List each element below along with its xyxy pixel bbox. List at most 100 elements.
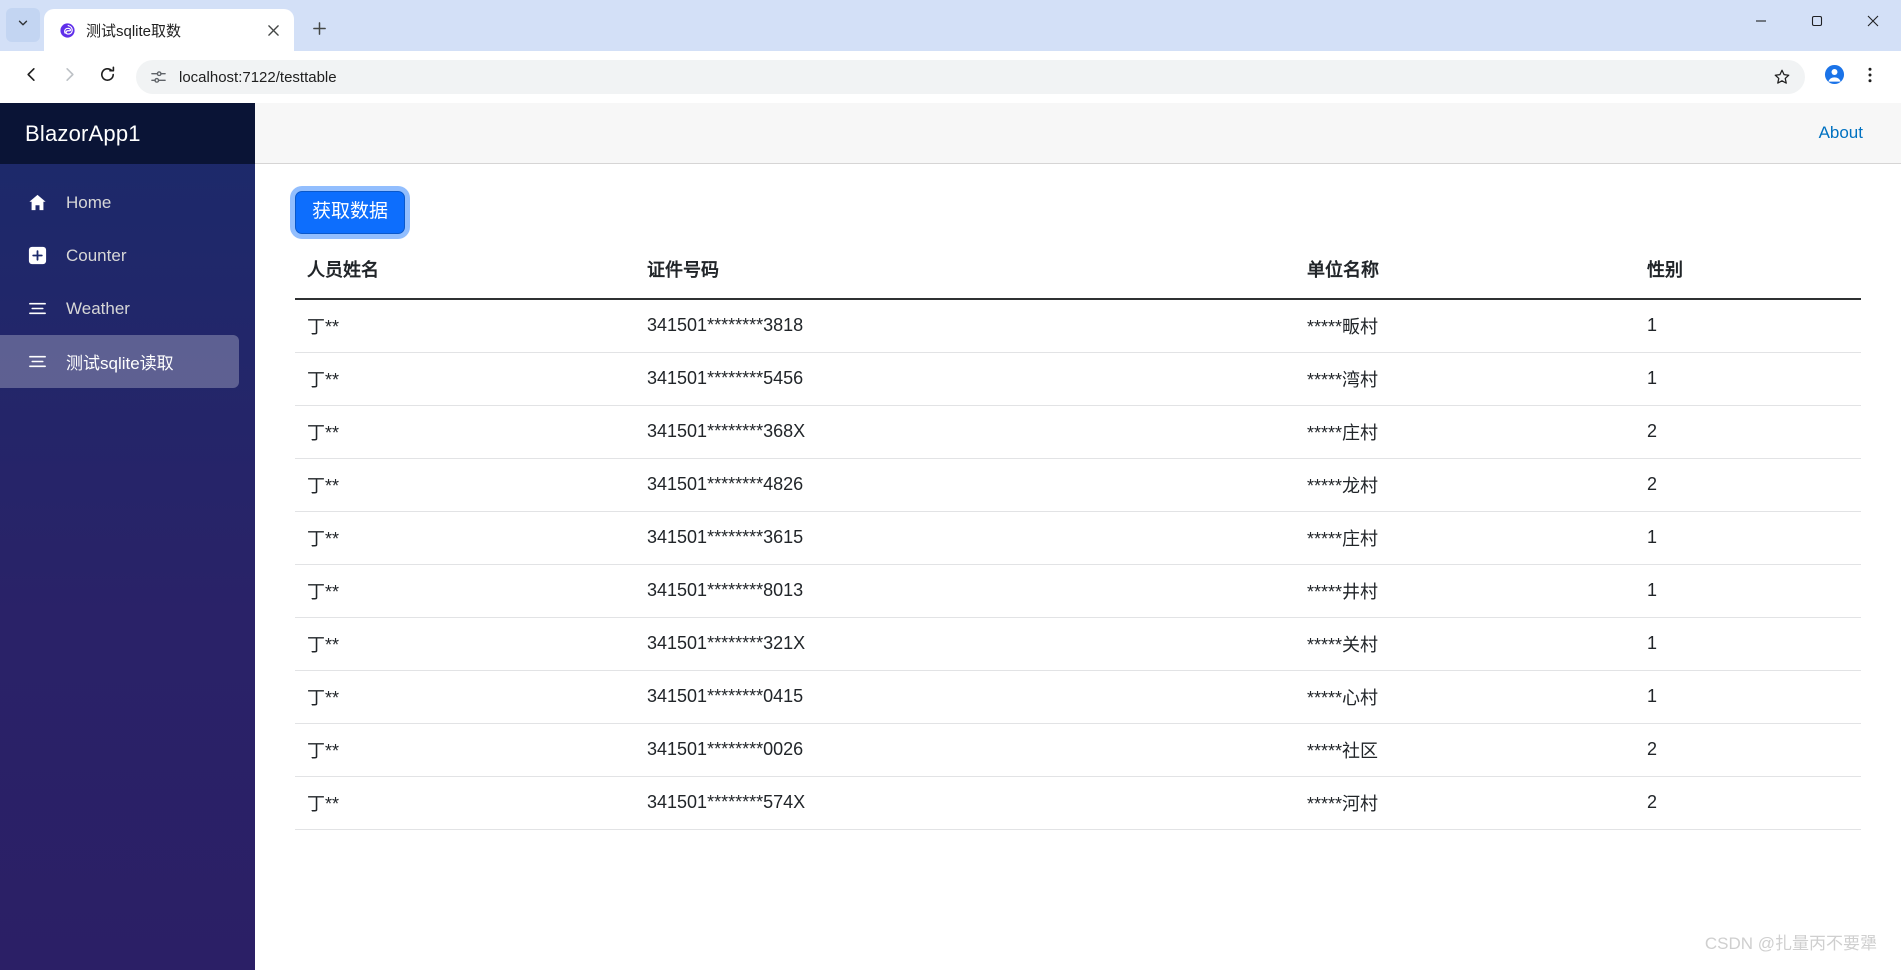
sidebar-item-label: Counter — [66, 245, 127, 265]
blazor-logo-icon — [58, 21, 76, 39]
arrow-right-icon — [60, 65, 79, 89]
profile-avatar-icon — [1824, 64, 1845, 90]
minimize-icon — [1755, 14, 1767, 32]
table-row: 丁** 341501********0415 *****心村 1 — [295, 670, 1861, 724]
window-controls — [1733, 0, 1901, 45]
reload-button[interactable] — [90, 60, 124, 94]
cell-unit: *****庄村 — [1295, 405, 1635, 459]
cell-unit: *****社区 — [1295, 723, 1635, 777]
table-row: 丁** 341501********368X *****庄村 2 — [295, 405, 1861, 459]
cell-id: 341501********321X — [635, 617, 1295, 671]
cell-id: 341501********3818 — [635, 298, 1295, 353]
kebab-menu-icon — [1861, 66, 1879, 89]
back-button[interactable] — [14, 60, 48, 94]
home-icon — [26, 192, 48, 214]
cell-id: 341501********0415 — [635, 670, 1295, 724]
csdn-watermark: CSDN @扎量丙不要犟 — [1704, 934, 1877, 953]
plus-box-icon — [26, 245, 48, 267]
column-header-name: 人员姓名 — [295, 255, 635, 300]
tab-search-button[interactable] — [6, 8, 40, 42]
cell-id: 341501********368X — [635, 405, 1295, 459]
url-text: localhost:7122/testtable — [179, 68, 337, 86]
about-link[interactable]: About — [1819, 123, 1863, 143]
sidebar-item-label: Weather — [66, 298, 130, 318]
cell-name: 丁** — [295, 458, 635, 512]
forward-button[interactable] — [52, 60, 86, 94]
cell-name: 丁** — [295, 352, 635, 406]
cell-unit: *****关村 — [1295, 617, 1635, 671]
cell-sex: 2 — [1635, 405, 1861, 459]
app-sidebar: BlazorApp1 Home Counter Weather 测试sqlite… — [0, 103, 255, 970]
sidebar-item-label: 测试sqlite读取 — [66, 354, 174, 373]
cell-unit: *****龙村 — [1295, 458, 1635, 512]
cell-name: 丁** — [295, 723, 635, 777]
plus-icon — [312, 18, 327, 40]
sidebar-item-home[interactable]: Home — [0, 176, 239, 229]
table-row: 丁** 341501********3818 *****畈村 1 — [295, 298, 1861, 353]
table-row: 丁** 341501********4826 *****龙村 2 — [295, 458, 1861, 512]
arrow-left-icon — [22, 65, 41, 89]
cell-unit: *****河村 — [1295, 776, 1635, 830]
new-tab-button[interactable] — [302, 12, 336, 46]
column-header-sex: 性别 — [1635, 255, 1861, 300]
cell-name: 丁** — [295, 617, 635, 671]
data-table: 人员姓名 证件号码 单位名称 性别 丁** 341501********3818 *… — [295, 255, 1861, 830]
cell-sex: 1 — [1635, 352, 1861, 406]
table-row: 丁** 341501********0026 *****社区 2 — [295, 723, 1861, 777]
cell-unit: *****庄村 — [1295, 511, 1635, 565]
close-icon[interactable] — [262, 19, 284, 41]
page-viewport: BlazorApp1 Home Counter Weather 测试sqlite… — [0, 103, 1901, 970]
cell-id: 341501********3615 — [635, 511, 1295, 565]
sidebar-item-weather[interactable]: Weather — [0, 282, 239, 335]
page-content: 获取数据 人员姓名 证件号码 单位名称 性别 丁** 341501********… — [255, 164, 1901, 970]
sidebar-item-counter[interactable]: Counter — [0, 229, 239, 282]
page-topbar: About — [255, 103, 1901, 164]
address-bar[interactable]: localhost:7122/testtable — [136, 60, 1805, 94]
list-icon — [26, 298, 48, 320]
tab-strip: 测试sqlite取数 — [0, 0, 1901, 51]
table-head: 人员姓名 证件号码 单位名称 性别 — [295, 255, 1861, 300]
chrome-menu-button[interactable] — [1853, 60, 1887, 94]
cell-name: 丁** — [295, 564, 635, 618]
minimize-button[interactable] — [1733, 0, 1789, 45]
browser-window: 测试sqlite取数 localhost:7122/testtable Blaz… — [0, 0, 1901, 970]
table-row: 丁** 341501********574X *****河村 2 — [295, 776, 1861, 830]
cell-name: 丁** — [295, 298, 635, 353]
cell-sex: 1 — [1635, 670, 1861, 724]
cell-id: 341501********4826 — [635, 458, 1295, 512]
browser-toolbar: localhost:7122/testtable — [0, 51, 1901, 103]
profile-button[interactable] — [1817, 60, 1851, 94]
table-row: 丁** 341501********8013 *****井村 1 — [295, 564, 1861, 618]
cell-sex: 1 — [1635, 617, 1861, 671]
column-header-id: 证件号码 — [635, 255, 1295, 300]
window-close-button[interactable] — [1845, 0, 1901, 45]
table-header-row: 人员姓名 证件号码 单位名称 性别 — [295, 255, 1861, 300]
cell-sex: 1 — [1635, 511, 1861, 565]
app-brand[interactable]: BlazorApp1 — [0, 103, 255, 164]
browser-tab[interactable]: 测试sqlite取数 — [44, 9, 294, 51]
cell-sex: 2 — [1635, 458, 1861, 512]
table-row: 丁** 341501********321X *****关村 1 — [295, 617, 1861, 671]
sidebar-item-label: Home — [66, 192, 112, 212]
cell-name: 丁** — [295, 405, 635, 459]
cell-sex: 1 — [1635, 564, 1861, 618]
tab-title: 测试sqlite取数 — [86, 22, 182, 40]
chevron-down-icon — [16, 16, 30, 35]
cell-unit: *****心村 — [1295, 670, 1635, 724]
page-settings-icon[interactable] — [150, 69, 167, 86]
cell-id: 341501********8013 — [635, 564, 1295, 618]
fetch-data-button[interactable]: 获取数据 — [295, 191, 406, 234]
table-body: 丁** 341501********3818 *****畈村 1 丁** 341501**… — [295, 298, 1861, 830]
sidebar-item-sqlite-test[interactable]: 测试sqlite读取 — [0, 335, 239, 388]
star-icon[interactable] — [1773, 68, 1791, 86]
cell-unit: *****井村 — [1295, 564, 1635, 618]
toolbar-right-actions — [1817, 60, 1887, 94]
cell-sex: 2 — [1635, 776, 1861, 830]
cell-name: 丁** — [295, 511, 635, 565]
maximize-button[interactable] — [1789, 0, 1845, 45]
main-area: About 获取数据 人员姓名 证件号码 单位名称 性别 丁** 341501*… — [255, 103, 1901, 970]
cell-id: 341501********5456 — [635, 352, 1295, 406]
list-icon — [26, 351, 48, 373]
brand-title: BlazorApp1 — [25, 120, 141, 146]
cell-unit: *****湾村 — [1295, 352, 1635, 406]
